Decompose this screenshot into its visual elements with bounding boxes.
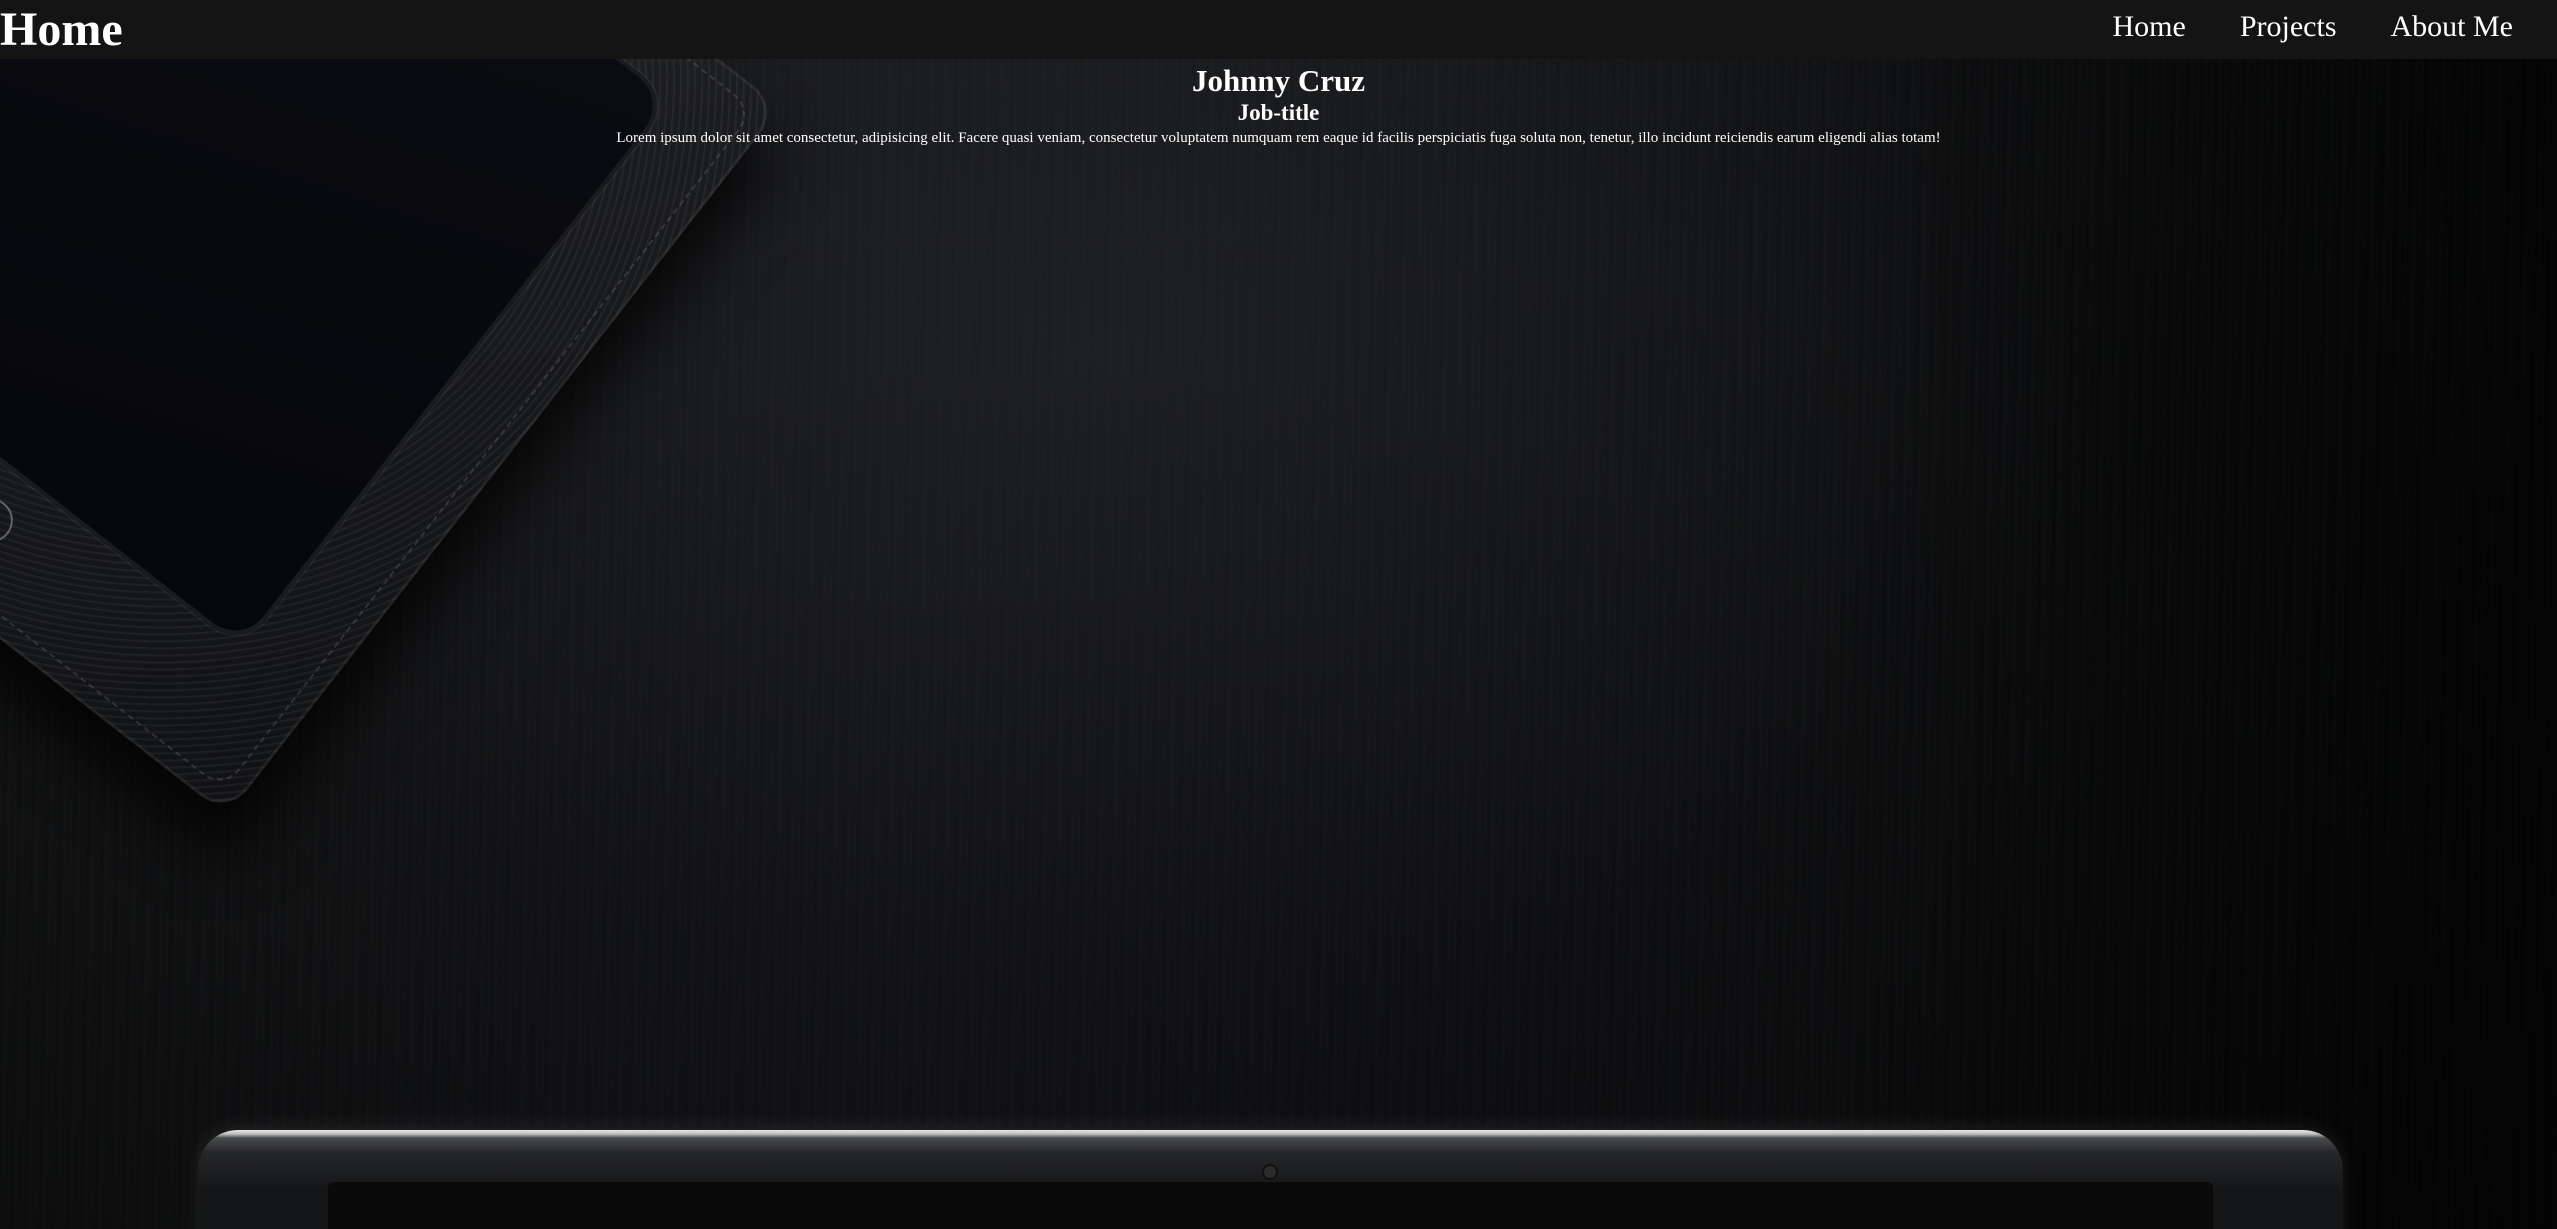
page-background: Home Home Projects About Me Johnny Cruz … (0, 0, 2557, 1229)
job-title: Job-title (1237, 100, 1320, 125)
nav-link-about-me[interactable]: About Me (2391, 1, 2514, 59)
nav-item-projects: Projects (2240, 1, 2337, 59)
navbar: Home Home Projects About Me (0, 0, 2557, 59)
nav-links: Home Projects About Me (2113, 0, 2513, 59)
hero-section: Johnny Cruz Job-title Lorem ipsum dolor … (0, 59, 2557, 147)
laptop-background-image (198, 1130, 2343, 1229)
laptop-camera-icon (1264, 1166, 1276, 1178)
nav-item-home: Home (2113, 1, 2186, 59)
laptop-screen (328, 1182, 2213, 1229)
nav-link-home[interactable]: Home (2113, 1, 2186, 59)
nav-link-projects[interactable]: Projects (2240, 1, 2337, 59)
profile-name: Johnny Cruz (1191, 63, 1366, 98)
bio-text: Lorem ipsum dolor sit amet consectetur, … (616, 130, 1941, 146)
nav-item-about-me: About Me (2391, 1, 2514, 59)
brand-home-link[interactable]: Home (0, 2, 123, 58)
